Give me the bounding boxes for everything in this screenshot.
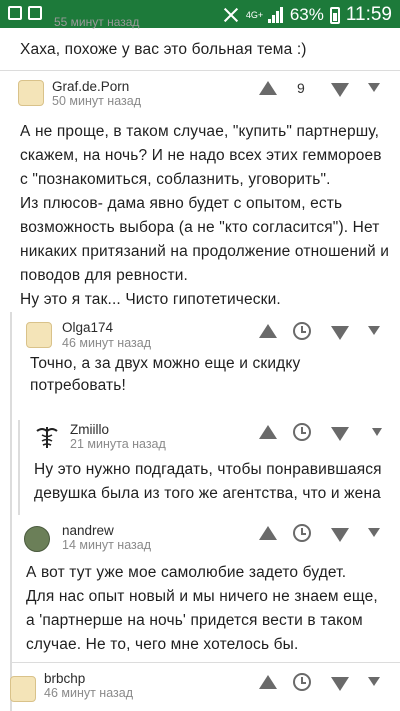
- battery-icon: [329, 6, 340, 24]
- notification-icon: [8, 6, 22, 20]
- username[interactable]: brbchp: [44, 671, 85, 686]
- clock-icon[interactable]: [293, 322, 311, 340]
- comment-line: с "познакомиться, соблазнить, уговорить"…: [20, 171, 331, 188]
- clock-icon[interactable]: [293, 673, 311, 691]
- comment-time: 21 минута назад: [70, 437, 166, 451]
- upvote-icon[interactable]: [259, 675, 277, 689]
- comment-line: Из плюсов- дама явно будет с опытом, ест…: [20, 195, 343, 212]
- comment-line: Ну это я так... Чисто гипотетически.: [20, 291, 281, 308]
- comment-text: Хаха, похоже у вас это больная тема :): [20, 41, 307, 58]
- upvote-icon[interactable]: [259, 425, 277, 439]
- battery-percent: 63%: [289, 5, 324, 24]
- username[interactable]: Olga174: [62, 320, 113, 335]
- caduceus-icon: [36, 427, 58, 448]
- comment-line: скажем, на ночь? И не надо всех этих гем…: [20, 147, 382, 164]
- thread-line: [10, 312, 12, 711]
- downvote-icon[interactable]: [331, 427, 349, 441]
- clock-icon[interactable]: [293, 423, 311, 441]
- upvote-icon[interactable]: [259, 324, 277, 338]
- comment-time: 50 минут назад: [52, 94, 141, 108]
- image-notification-icon: [28, 6, 42, 20]
- avatar[interactable]: [24, 526, 50, 552]
- comment-line: а 'партнерше на ночь' придется вести в т…: [26, 612, 363, 629]
- expand-icon[interactable]: [372, 428, 382, 436]
- avatar[interactable]: [10, 676, 36, 702]
- clock-time: 11:59: [345, 4, 392, 25]
- divider: [10, 662, 400, 663]
- avatar[interactable]: [18, 80, 44, 106]
- comment-time: 46 минут назад: [62, 336, 151, 350]
- expand-icon[interactable]: [368, 83, 380, 92]
- mute-icon: [222, 6, 240, 24]
- signal-icon: [267, 7, 284, 23]
- comment-time: 14 минут назад: [62, 538, 151, 552]
- expand-icon[interactable]: [368, 326, 380, 335]
- expand-icon[interactable]: [368, 677, 380, 686]
- comment-line: Точно, а за двух можно еще и скидку: [30, 355, 301, 372]
- username[interactable]: Zmiillo: [70, 422, 109, 437]
- upvote-icon[interactable]: [259, 526, 277, 540]
- comment-line: потребовать!: [30, 377, 126, 394]
- comment-line: А вот тут уже мое самолюбие задето будет…: [26, 564, 347, 581]
- expand-icon[interactable]: [368, 528, 380, 537]
- downvote-icon[interactable]: [331, 83, 349, 97]
- comment-time: 46 минут назад: [44, 686, 133, 700]
- username[interactable]: Graf.de.Porn: [52, 79, 129, 94]
- network-type: 4G+: [245, 9, 264, 20]
- comment-line: А не проще, в таком случае, "купить" пар…: [20, 123, 380, 140]
- comment-line: никаких притязаний на продолжение отноше…: [20, 243, 390, 260]
- username[interactable]: nandrew: [62, 523, 114, 538]
- comment-line: Для нас опыт новый и мы ничего не знаем …: [26, 588, 378, 605]
- avatar[interactable]: [26, 322, 52, 348]
- comment-line: случае. Не то, чего мне хотелось бы.: [26, 636, 299, 653]
- downvote-icon[interactable]: [331, 326, 349, 340]
- comment-score: 9: [297, 80, 305, 96]
- comment-line: Ну это нужно подгадать, чтобы понравивша…: [34, 461, 382, 478]
- downvote-icon[interactable]: [331, 677, 349, 691]
- divider: [0, 70, 400, 71]
- comment-line: поводов для ревности.: [20, 267, 188, 284]
- upvote-icon[interactable]: [259, 81, 277, 95]
- comment-time: 55 минут назад: [54, 15, 140, 29]
- comment-line: возможность выбора (а не "кто согласится…: [20, 219, 380, 236]
- thread-line: [18, 420, 20, 515]
- clock-icon[interactable]: [293, 524, 311, 542]
- downvote-icon[interactable]: [331, 528, 349, 542]
- comment-line: девушка была из того же агентства, что и…: [34, 485, 381, 502]
- avatar[interactable]: [34, 424, 60, 450]
